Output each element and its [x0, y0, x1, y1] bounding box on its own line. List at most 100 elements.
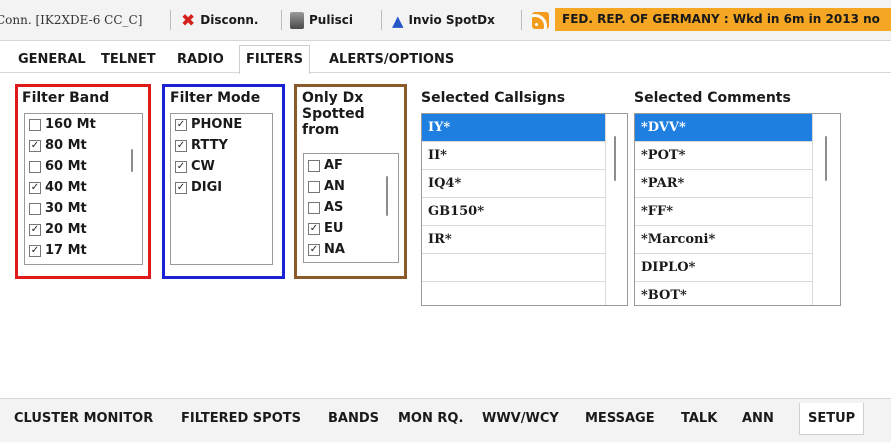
tab-filtered-spots[interactable]: FILTERED SPOTS: [181, 411, 301, 426]
checkbox[interactable]: ✓: [308, 223, 320, 235]
band-item[interactable]: 60 Mt: [25, 156, 142, 177]
comment-row[interactable]: DIPLO*: [635, 254, 812, 282]
band-item[interactable]: ✓ 80 Mt: [25, 135, 142, 156]
send-spot-label: Invio SpotDx: [408, 13, 495, 27]
continent-label: AN: [324, 179, 345, 194]
checkbox[interactable]: [29, 119, 41, 131]
continent-item[interactable]: AN: [304, 176, 398, 197]
tab-mon-rq[interactable]: MON RQ.: [398, 411, 463, 426]
tab-bands[interactable]: BANDS: [328, 411, 379, 426]
callsign-row[interactable]: II*: [422, 142, 605, 170]
comment-row[interactable]: *POT*: [635, 142, 812, 170]
continent-label: EU: [324, 221, 344, 236]
comment-row[interactable]: *DVV*: [635, 114, 812, 142]
band-label: 160 Mt: [45, 117, 96, 132]
band-label: 20 Mt: [45, 222, 87, 237]
toolbar-separator: [381, 10, 382, 30]
checkbox[interactable]: [308, 160, 320, 172]
selected-callsigns-list: IY* II* IQ4* GB150* IR*: [421, 113, 628, 306]
scrollbar-thumb[interactable]: [614, 136, 616, 181]
scrollbar-thumb[interactable]: [825, 136, 827, 181]
checkbox[interactable]: ✓: [29, 245, 41, 257]
scrollbar-track: [812, 114, 813, 305]
filter-band-list: 160 Mt ✓ 80 Mt 60 Mt ✓ 40 Mt 30 Mt ✓ 20 Mt ✓ 17 Mt: [24, 113, 143, 265]
scrollbar-thumb[interactable]: [131, 149, 133, 172]
rss-button[interactable]: [532, 9, 554, 31]
scrollbar-thumb[interactable]: [386, 176, 388, 216]
only-dx-title-line: from: [302, 122, 340, 138]
filter-mode-list: ✓ PHONE ✓ RTTY ✓ CW ✓ DIGI: [170, 113, 273, 265]
tab-cluster-monitor[interactable]: CLUSTER MONITOR: [14, 411, 153, 426]
continent-label: AF: [324, 158, 343, 173]
tab-general[interactable]: GENERAL: [12, 47, 92, 73]
selected-callsigns-title: Selected Callsigns: [421, 90, 566, 106]
comment-row[interactable]: *BOT*: [635, 282, 812, 305]
band-item[interactable]: ✓ 40 Mt: [25, 177, 142, 198]
band-item[interactable]: ✓ 17 Mt: [25, 240, 142, 261]
continent-item[interactable]: ✓ NA: [304, 239, 398, 260]
disconnect-button[interactable]: ✖ Disconn.: [181, 9, 258, 31]
band-item[interactable]: ✓ 20 Mt: [25, 219, 142, 240]
spot-banner: FED. REP. OF GERMANY : Wkd in 6m in 2013…: [555, 8, 891, 31]
checkbox[interactable]: ✓: [308, 244, 320, 256]
comment-row[interactable]: *FF*: [635, 198, 812, 226]
band-label: 30 Mt: [45, 201, 87, 216]
checkbox[interactable]: [308, 202, 320, 214]
comment-row[interactable]: *Marconi*: [635, 226, 812, 254]
toolbar: Conn. [IK2XDE-6 CC_C] ✖ Disconn. Pulisci …: [0, 0, 891, 41]
callsign-row[interactable]: IQ4*: [422, 170, 605, 198]
tab-filters[interactable]: FILTERS: [239, 45, 310, 74]
checkbox[interactable]: ✓: [175, 182, 187, 194]
tab-radio[interactable]: RADIO: [171, 47, 230, 73]
checkbox[interactable]: ✓: [175, 140, 187, 152]
callsign-row[interactable]: IY*: [422, 114, 605, 142]
mode-label: RTTY: [191, 138, 228, 153]
band-label: 17 Mt: [45, 243, 87, 258]
callsign-row[interactable]: GB150*: [422, 198, 605, 226]
only-dx-title: Only Dx Spotted from: [302, 90, 365, 138]
mode-item[interactable]: ✓ CW: [171, 156, 272, 177]
only-dx-title-line: Only Dx: [302, 90, 364, 106]
filter-mode-title: Filter Mode: [170, 90, 261, 106]
continent-item[interactable]: AF: [304, 155, 398, 176]
tab-ann[interactable]: ANN: [742, 411, 774, 426]
comment-row[interactable]: *PAR*: [635, 170, 812, 198]
checkbox[interactable]: [29, 161, 41, 173]
checkbox[interactable]: ✓: [29, 224, 41, 236]
continent-label: AS: [324, 200, 344, 215]
toolbar-separator: [281, 10, 282, 30]
tab-talk[interactable]: TALK: [681, 411, 717, 426]
x-icon: ✖: [181, 10, 196, 31]
band-item[interactable]: 30 Mt: [25, 198, 142, 219]
mode-item[interactable]: ✓ RTTY: [171, 135, 272, 156]
continent-item[interactable]: ✓ EU: [304, 218, 398, 239]
callsign-row[interactable]: IR*: [422, 226, 605, 254]
callsign-row[interactable]: [422, 254, 605, 282]
continent-item[interactable]: AS: [304, 197, 398, 218]
checkbox[interactable]: [308, 181, 320, 193]
checkbox[interactable]: ✓: [29, 182, 41, 194]
send-spot-button[interactable]: ▲ Invio SpotDx: [392, 9, 495, 31]
mode-label: CW: [191, 159, 215, 174]
a-icon: ▲: [392, 11, 404, 30]
only-dx-title-line: Spotted: [302, 106, 365, 122]
filter-band-title: Filter Band: [22, 90, 110, 106]
tab-message[interactable]: MESSAGE: [585, 411, 655, 426]
tab-alerts-options[interactable]: ALERTS/OPTIONS: [323, 47, 460, 73]
band-label: 60 Mt: [45, 159, 87, 174]
toolbar-separator: [521, 10, 522, 30]
continent-label: NA: [324, 242, 345, 257]
tab-wwv-wcy[interactable]: WWV/WCY: [482, 411, 559, 426]
checkbox[interactable]: ✓: [175, 161, 187, 173]
checkbox[interactable]: [29, 203, 41, 215]
mode-item[interactable]: ✓ DIGI: [171, 177, 272, 198]
tab-telnet[interactable]: TELNET: [95, 47, 162, 73]
band-item[interactable]: 160 Mt: [25, 114, 142, 135]
checkbox[interactable]: ✓: [175, 119, 187, 131]
mode-item[interactable]: ✓ PHONE: [171, 114, 272, 135]
connection-status: Conn. [IK2XDE-6 CC_C]: [0, 13, 143, 27]
tab-setup[interactable]: SETUP: [799, 403, 865, 435]
callsign-row[interactable]: [422, 282, 605, 305]
clean-button[interactable]: Pulisci: [290, 9, 353, 31]
checkbox[interactable]: ✓: [29, 140, 41, 152]
